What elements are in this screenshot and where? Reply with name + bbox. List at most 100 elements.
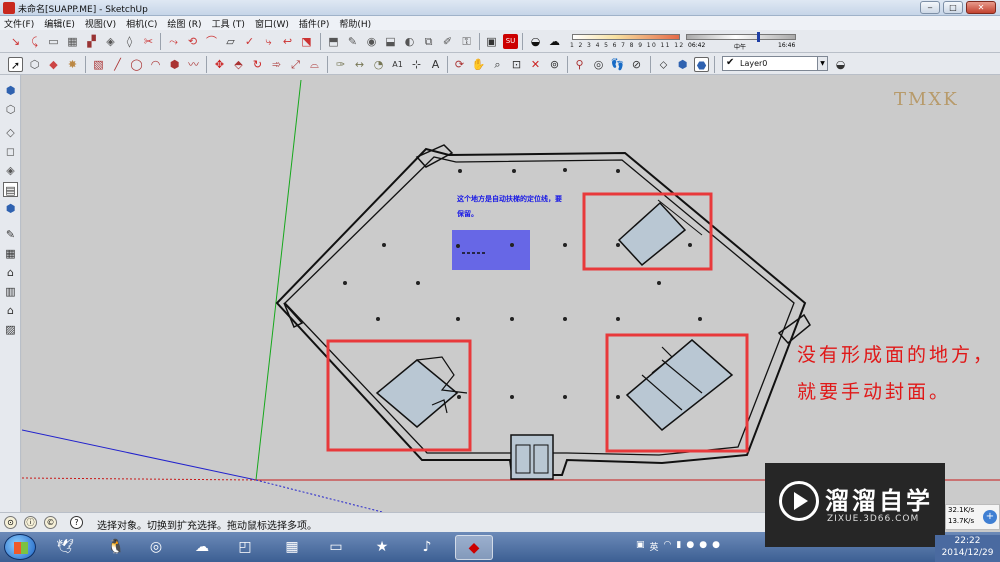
offset-tool-icon[interactable]: ⌓ (307, 57, 322, 72)
follow-me-tool-icon[interactable]: ➾ (269, 57, 284, 72)
time-slider[interactable] (686, 34, 796, 40)
rectangle-tool-icon[interactable]: ▧ (91, 57, 106, 72)
ime-indicator[interactable]: 英 (650, 540, 659, 554)
zoom-tool-icon[interactable]: ⌕ (490, 57, 505, 72)
minimize-button[interactable]: ‒ (920, 1, 940, 14)
shadow-toggle-icon[interactable]: ◒ (528, 34, 543, 49)
music-taskbar-icon[interactable]: ♪ (408, 535, 446, 560)
keyboard-icon[interactable]: ▣ (636, 540, 645, 554)
sandbox-contours-icon[interactable]: ✎ (3, 227, 18, 242)
wireframe-style-icon[interactable]: ◇ (3, 125, 18, 140)
video-taskbar-icon[interactable]: ▦ (273, 535, 311, 560)
cut-plugin-icon[interactable]: ✂ (141, 34, 156, 49)
explorer-taskbar-icon[interactable]: ▭ (317, 535, 355, 560)
orbit-tool-icon[interactable]: ⟳ (452, 57, 467, 72)
menu-camera[interactable]: 相机(C) (126, 17, 157, 30)
iso-view-icon[interactable]: ⬦ (656, 57, 671, 72)
line-tool-icon[interactable]: ╱ (110, 57, 125, 72)
cloud-taskbar-icon[interactable]: ☁ (183, 535, 221, 560)
axes-tool-icon[interactable]: ⊹ (409, 57, 424, 72)
walk-tool-icon[interactable]: 👣 (610, 57, 625, 72)
lock-plugin-icon[interactable]: ⚿ (459, 34, 474, 49)
sketchup-taskbar-icon[interactable]: ◆ (455, 535, 493, 560)
system-clock[interactable]: 22:22 2014/12/29 (935, 535, 1000, 562)
menu-edit[interactable]: 编辑(E) (44, 17, 75, 30)
geo-location-icon[interactable]: ⊙ (4, 516, 17, 529)
360-taskbar-icon[interactable]: ◎ (137, 535, 175, 560)
section-plane-icon[interactable]: ⊘ (629, 57, 644, 72)
weld-plugin-icon[interactable]: ⤳ (166, 34, 181, 49)
su-plugin-icon[interactable]: SU (503, 34, 518, 49)
dimension-tool-icon[interactable]: ↔ (352, 57, 367, 72)
eraser-plugin-icon[interactable]: ▱ (223, 34, 238, 49)
box-plugin-icon[interactable]: ⬒ (326, 34, 341, 49)
hide-plugin-icon[interactable]: ◐ (402, 34, 417, 49)
tray-app-icon[interactable]: ● (699, 540, 707, 554)
hidden-line-style-icon[interactable]: ◻ (3, 144, 18, 159)
credits-icon[interactable]: ⓘ (24, 516, 37, 529)
pencil-plugin-icon[interactable]: ✎ (345, 34, 360, 49)
menu-plugins[interactable]: 插件(P) (299, 17, 329, 30)
menu-window[interactable]: 窗口(W) (255, 17, 289, 30)
wifi-icon[interactable]: ◠ (664, 540, 672, 554)
arc-tool-icon[interactable]: ◠ (148, 57, 163, 72)
text-tool-icon[interactable]: A1 (390, 57, 405, 72)
polygon-tool-icon[interactable]: ⬢ (167, 57, 182, 72)
pan-tool-icon[interactable]: ✋ (471, 57, 486, 72)
circle-tool-icon[interactable]: ◯ (129, 57, 144, 72)
make-component-icon[interactable]: ⬡ (27, 57, 42, 72)
move-tool-icon[interactable]: ✥ (212, 57, 227, 72)
tape-measure-icon[interactable]: ✑ (333, 57, 348, 72)
menu-view[interactable]: 视图(V) (85, 17, 116, 30)
line-plugin-icon[interactable]: ↘ (8, 34, 23, 49)
photo-taskbar-icon[interactable]: ★ (363, 535, 401, 560)
previous-view-icon[interactable]: ⊚ (547, 57, 562, 72)
position-camera-icon[interactable]: ⚲ (572, 57, 587, 72)
shadow-settings-icon[interactable]: ☁ (547, 34, 562, 49)
maximize-button[interactable]: □ (943, 1, 963, 14)
checkmark-plugin-icon[interactable]: ✓ (242, 34, 257, 49)
menu-file[interactable]: 文件(F) (4, 17, 34, 30)
select-tool-icon[interactable]: ➚ (8, 57, 23, 72)
paint-bucket-icon[interactable]: ✸ (65, 57, 80, 72)
month-slider[interactable] (572, 34, 680, 40)
shaded-style-icon[interactable]: ◈ (3, 163, 18, 178)
curve-plugin-icon[interactable]: ⌒ (204, 34, 219, 49)
stair-plugin-icon[interactable]: ▞ (84, 34, 99, 49)
qq-taskbar-icon[interactable]: 🐧 (97, 535, 135, 560)
chat-taskbar-icon[interactable]: ◰ (226, 535, 264, 560)
roof-plugin-icon[interactable]: ◊ (122, 34, 137, 49)
flatten-plugin-icon[interactable]: ⬓ (383, 34, 398, 49)
freehand-tool-icon[interactable]: 〰 (186, 57, 201, 72)
layer-manager-icon[interactable]: ◒ (833, 57, 848, 72)
layer-dropdown[interactable]: ✔ Layer0 ▼ (722, 56, 828, 71)
help-icon[interactable]: ? (70, 516, 83, 529)
eraser-tool-icon[interactable]: ◆ (46, 57, 61, 72)
protractor-icon[interactable]: ◔ (371, 57, 386, 72)
3d-text-icon[interactable]: A (428, 57, 443, 72)
chevron-down-icon[interactable]: ▼ (817, 57, 827, 70)
house-icon[interactable]: ⌂ (3, 265, 18, 280)
tray-app-icon[interactable]: ● (712, 540, 720, 554)
sandbox-grid-icon[interactable]: ▦ (3, 246, 18, 261)
zoom-extents-icon[interactable]: ✕ (528, 57, 543, 72)
extrude-plugin-icon[interactable]: ◈ (103, 34, 118, 49)
menu-tools[interactable]: 工具 (T) (212, 17, 245, 30)
textured-style-icon[interactable]: ▤ (3, 182, 18, 197)
mirror-plugin-icon[interactable]: ⧉ (421, 34, 436, 49)
grid-plugin-icon[interactable]: ▦ (65, 34, 80, 49)
component-plugin-icon[interactable]: ▣ (484, 34, 499, 49)
push-pull-tool-icon[interactable]: ⬘ (231, 57, 246, 72)
monochrome-style-icon[interactable]: ⬢ (3, 201, 18, 216)
paint-plugin-icon[interactable]: ✐ (440, 34, 455, 49)
warehouse-icon[interactable]: ▥ (3, 284, 18, 299)
copyright-icon[interactable]: © (44, 516, 57, 529)
iso-style-icon[interactable]: ⬢ (3, 83, 18, 98)
feiq-taskbar-icon[interactable]: 🕊 (46, 535, 84, 560)
offset-plugin-icon[interactable]: ▭ (46, 34, 61, 49)
menu-help[interactable]: 帮助(H) (339, 17, 371, 30)
time-slider-handle[interactable] (757, 32, 760, 42)
fillet-plugin-icon[interactable]: ⟲ (185, 34, 200, 49)
drawing-viewport[interactable]: TMXK 这个地方是自动扶梯的定位线，要保留。 没有形成面的地方，就要手动封面。… (22, 75, 1000, 512)
scale-tool-icon[interactable]: ⤢ (288, 57, 303, 72)
